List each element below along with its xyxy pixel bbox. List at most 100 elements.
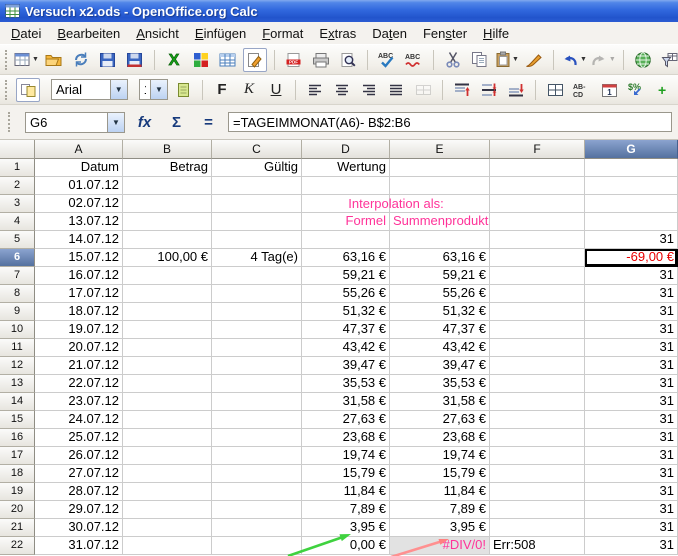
cell-G5[interactable]: 31: [585, 231, 678, 249]
cell-B1[interactable]: Betrag: [123, 159, 212, 177]
menu-item-einfgen[interactable]: Einfügen: [187, 23, 254, 44]
justify-button[interactable]: [384, 78, 408, 102]
cell-G15[interactable]: 31: [585, 411, 678, 429]
cell-F14[interactable]: [490, 393, 585, 411]
row-header-1[interactable]: 1: [0, 159, 35, 177]
cell-E22[interactable]: #DIV/0!: [390, 537, 490, 555]
column-header-E[interactable]: E: [390, 140, 490, 159]
cell-E8[interactable]: 55,26 €: [390, 285, 490, 303]
date-format-button[interactable]: 1: [597, 78, 621, 102]
cell-C22[interactable]: [212, 537, 302, 555]
cell-G18[interactable]: 31: [585, 465, 678, 483]
cell-F15[interactable]: [490, 411, 585, 429]
cell-A15[interactable]: 24.07.12: [35, 411, 123, 429]
select-all-corner[interactable]: [0, 140, 35, 159]
cell-E1[interactable]: [390, 159, 490, 177]
cell-F20[interactable]: [490, 501, 585, 519]
cell-F6[interactable]: [490, 249, 585, 267]
cell-F8[interactable]: [490, 285, 585, 303]
cell-C11[interactable]: [212, 339, 302, 357]
cell-E5[interactable]: [390, 231, 490, 249]
cell-B21[interactable]: [123, 519, 212, 537]
cell-F10[interactable]: [490, 321, 585, 339]
row-header-19[interactable]: 19: [0, 483, 35, 501]
cell-B3[interactable]: [123, 195, 212, 213]
cell-F3[interactable]: [490, 195, 585, 213]
cell-G2[interactable]: [585, 177, 678, 195]
cell-G21[interactable]: 31: [585, 519, 678, 537]
row-header-5[interactable]: 5: [0, 231, 35, 249]
menu-item-format[interactable]: Format: [254, 23, 311, 44]
cell-C20[interactable]: [212, 501, 302, 519]
cell-F11[interactable]: [490, 339, 585, 357]
cell-A22[interactable]: 31.07.12: [35, 537, 123, 555]
cell-B18[interactable]: [123, 465, 212, 483]
cell-F22[interactable]: Err:508: [490, 537, 585, 555]
toolbar-grip[interactable]: [8, 112, 14, 132]
cell-B10[interactable]: [123, 321, 212, 339]
cell-A18[interactable]: 27.07.12: [35, 465, 123, 483]
save-button[interactable]: [96, 48, 120, 72]
cell-C8[interactable]: [212, 285, 302, 303]
cell-B16[interactable]: [123, 429, 212, 447]
cell-F19[interactable]: [490, 483, 585, 501]
reload-button[interactable]: [69, 48, 93, 72]
cell-C5[interactable]: [212, 231, 302, 249]
cell-reference-input[interactable]: [26, 113, 107, 132]
cell-B22[interactable]: [123, 537, 212, 555]
wrap-text-button[interactable]: AB- CD: [570, 78, 594, 102]
cell-E7[interactable]: 59,21 €: [390, 267, 490, 285]
menu-item-extras[interactable]: Extras: [311, 23, 364, 44]
cell-A10[interactable]: 19.07.12: [35, 321, 123, 339]
cell-F9[interactable]: [490, 303, 585, 321]
cell-G12[interactable]: 31: [585, 357, 678, 375]
cell-D22[interactable]: 0,00 €: [302, 537, 390, 555]
cell-B8[interactable]: [123, 285, 212, 303]
cell-G10[interactable]: 31: [585, 321, 678, 339]
cell-E20[interactable]: 7,89 €: [390, 501, 490, 519]
function-button[interactable]: =: [196, 111, 221, 133]
cell-A13[interactable]: 22.07.12: [35, 375, 123, 393]
font-size-dropdown[interactable]: ▼: [150, 80, 167, 99]
hyperlink-button[interactable]: [631, 48, 655, 72]
save-as-button[interactable]: [123, 48, 147, 72]
cell-A6[interactable]: 15.07.12: [35, 249, 123, 267]
cell-C14[interactable]: [212, 393, 302, 411]
row-header-17[interactable]: 17: [0, 447, 35, 465]
auto-spellcheck-button[interactable]: ABC: [402, 48, 426, 72]
formula-input[interactable]: [228, 112, 672, 132]
column-header-C[interactable]: C: [212, 140, 302, 159]
row-header-2[interactable]: 2: [0, 177, 35, 195]
new-document-button[interactable]: ▼: [14, 48, 39, 72]
format-paintbrush-button[interactable]: [522, 48, 546, 72]
cell-D6[interactable]: 63,16 €: [302, 249, 390, 267]
cell-A11[interactable]: 20.07.12: [35, 339, 123, 357]
cell-D10[interactable]: 47,37 €: [302, 321, 390, 339]
cell-E21[interactable]: 3,95 €: [390, 519, 490, 537]
merge-cells-button[interactable]: [411, 78, 435, 102]
align-left-button[interactable]: [303, 78, 327, 102]
row-header-9[interactable]: 9: [0, 303, 35, 321]
font-size-input[interactable]: [140, 80, 150, 99]
pdf-export-button[interactable]: PDF: [282, 48, 306, 72]
cell-D13[interactable]: 35,53 €: [302, 375, 390, 393]
cell-A16[interactable]: 25.07.12: [35, 429, 123, 447]
cell-G19[interactable]: 31: [585, 483, 678, 501]
cell-D5[interactable]: [302, 231, 390, 249]
cell-B2[interactable]: [123, 177, 212, 195]
cell-G8[interactable]: 31: [585, 285, 678, 303]
cell-B20[interactable]: [123, 501, 212, 519]
cell-D7[interactable]: 59,21 €: [302, 267, 390, 285]
redo-button[interactable]: ▼: [590, 48, 616, 72]
print-button[interactable]: [309, 48, 333, 72]
themes-button[interactable]: [189, 48, 213, 72]
bold-button[interactable]: F: [210, 78, 234, 102]
toolbar-grip[interactable]: [5, 80, 9, 100]
cell-A3[interactable]: 02.07.12: [35, 195, 123, 213]
cell-A17[interactable]: 26.07.12: [35, 447, 123, 465]
function-wizard-button[interactable]: fx: [132, 111, 157, 133]
cell-D18[interactable]: 15,79 €: [302, 465, 390, 483]
column-header-G[interactable]: G: [585, 140, 678, 159]
cell-A20[interactable]: 29.07.12: [35, 501, 123, 519]
menu-item-ansicht[interactable]: Ansicht: [128, 23, 187, 44]
